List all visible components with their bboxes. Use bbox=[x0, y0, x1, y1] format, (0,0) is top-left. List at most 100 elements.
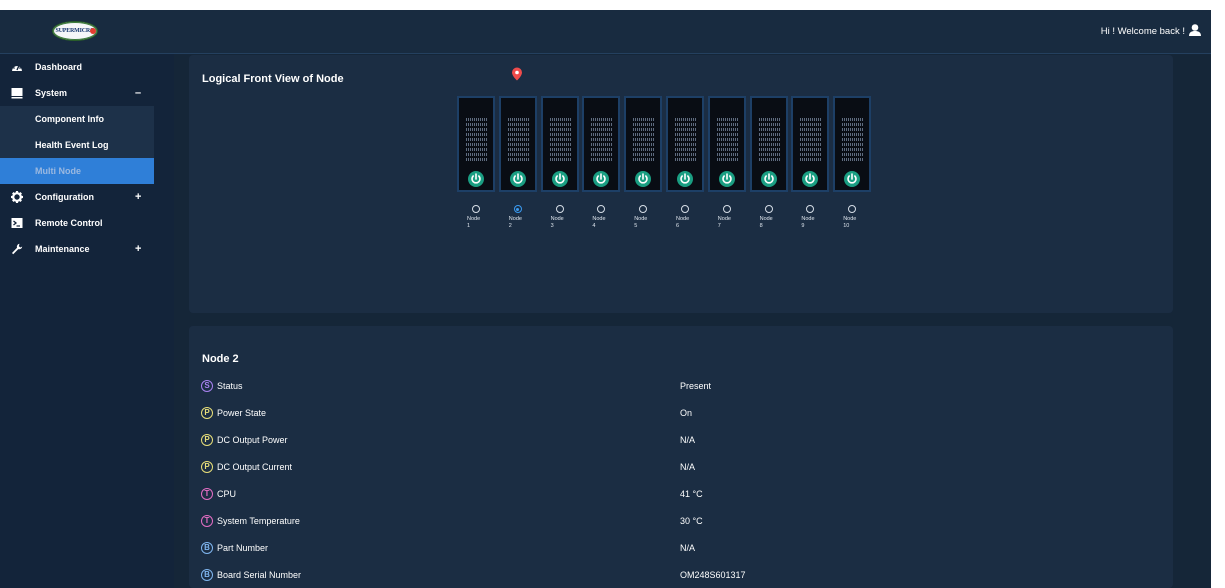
top-bar: SUPERMICRO Hi ! Welcome back ! bbox=[0, 10, 1211, 54]
node-label: Node 4 bbox=[592, 216, 612, 230]
vent-grille bbox=[675, 118, 697, 162]
vent-grille bbox=[549, 118, 572, 162]
power-icon[interactable] bbox=[844, 171, 861, 187]
sidebar-item-remote-control[interactable]: Remote Control bbox=[0, 210, 154, 236]
expand-toggle[interactable]: + bbox=[135, 191, 141, 203]
sidebar: Dashboard System – Component Info Health… bbox=[0, 54, 154, 588]
category-badge-icon: P bbox=[201, 407, 213, 419]
monitor-icon bbox=[11, 88, 23, 99]
node-slot[interactable] bbox=[749, 96, 788, 192]
node-label-text: Node bbox=[634, 216, 648, 222]
node-label: Node 7 bbox=[718, 216, 738, 230]
node-radio[interactable] bbox=[555, 205, 564, 213]
node-radio[interactable] bbox=[722, 205, 731, 213]
node-label: Node 5 bbox=[634, 216, 654, 230]
node-label-number: 8 bbox=[759, 223, 763, 229]
node-label-text: Node bbox=[467, 216, 481, 222]
vent-grille bbox=[633, 118, 656, 162]
sidebar-item-health-event-log[interactable]: Health Event Log bbox=[0, 132, 154, 158]
node-slot[interactable] bbox=[540, 96, 579, 192]
node-label: Node 8 bbox=[760, 216, 780, 230]
sidebar-item-label: Multi Node bbox=[35, 166, 81, 176]
node-label-number: 10 bbox=[843, 223, 850, 229]
detail-value: N/A bbox=[680, 462, 696, 472]
vent-grille bbox=[466, 118, 488, 162]
power-icon[interactable] bbox=[509, 171, 526, 187]
node-radio[interactable] bbox=[681, 205, 689, 213]
node-label-text: Node bbox=[843, 216, 857, 222]
wrench-icon bbox=[12, 243, 23, 255]
sidebar-item-component-info[interactable]: Component Info bbox=[0, 106, 154, 132]
power-icon[interactable] bbox=[468, 171, 484, 187]
node-label-number: 9 bbox=[801, 223, 805, 229]
node-slot[interactable] bbox=[707, 96, 746, 192]
node-details-title: Node 2 bbox=[202, 353, 239, 365]
node-slot[interactable] bbox=[498, 96, 537, 192]
detail-value: Present bbox=[680, 381, 712, 391]
vent-grille bbox=[507, 118, 530, 162]
node-slot[interactable] bbox=[624, 96, 663, 192]
detail-label: System Temperature bbox=[217, 516, 300, 526]
collapse-toggle[interactable]: – bbox=[135, 87, 141, 99]
power-icon[interactable] bbox=[802, 171, 819, 187]
node-label-text: Node bbox=[550, 216, 564, 222]
sidebar-item-maintenance[interactable]: Maintenance + bbox=[0, 236, 154, 262]
vent-grille bbox=[591, 118, 614, 162]
power-icon[interactable] bbox=[718, 171, 735, 187]
node-slot[interactable] bbox=[791, 96, 830, 192]
sidebar-item-dashboard[interactable]: Dashboard bbox=[0, 54, 154, 80]
node-label-text: Node bbox=[592, 216, 606, 222]
vent-grille bbox=[716, 118, 739, 162]
terminal-icon bbox=[11, 218, 23, 228]
node-label-text: Node bbox=[508, 216, 522, 222]
category-badge-icon: S bbox=[201, 380, 213, 392]
power-icon[interactable] bbox=[677, 171, 693, 187]
sidebar-item-system[interactable]: System – bbox=[0, 80, 154, 106]
sidebar-item-multi-node[interactable]: Multi Node bbox=[0, 158, 154, 184]
user-icon[interactable] bbox=[1188, 23, 1202, 37]
power-icon[interactable] bbox=[760, 171, 777, 187]
category-badge-icon: B bbox=[201, 542, 213, 554]
category-badge-icon: T bbox=[201, 515, 213, 527]
node-radio[interactable] bbox=[764, 205, 773, 213]
category-badge-icon: B bbox=[201, 569, 213, 581]
sidebar-gutter bbox=[154, 54, 174, 588]
node-label-text: Node bbox=[759, 216, 773, 222]
node-label-number: 3 bbox=[550, 223, 554, 229]
detail-value: N/A bbox=[680, 543, 696, 553]
detail-value: On bbox=[680, 408, 693, 418]
power-icon[interactable] bbox=[635, 171, 652, 187]
detail-label: Board Serial Number bbox=[217, 570, 302, 580]
node-radio[interactable] bbox=[472, 205, 480, 213]
node-label-text: Node bbox=[801, 216, 815, 222]
node-label: Node 10 bbox=[843, 216, 863, 230]
logo-text: SUPERMICRO bbox=[55, 28, 95, 34]
node-label: Node 6 bbox=[676, 216, 696, 230]
power-icon[interactable] bbox=[551, 171, 568, 187]
expand-toggle[interactable]: + bbox=[135, 243, 141, 255]
node-label-number: 7 bbox=[717, 223, 721, 229]
sidebar-item-label: System bbox=[35, 88, 68, 98]
node-slot[interactable] bbox=[833, 96, 872, 192]
node-label-number: 1 bbox=[467, 223, 471, 229]
detail-value: 30 °C bbox=[680, 516, 703, 526]
detail-label: Power State bbox=[217, 408, 267, 418]
node-slot[interactable] bbox=[457, 96, 495, 192]
supermicro-logo[interactable]: SUPERMICRO bbox=[52, 21, 98, 41]
node-label-text: Node bbox=[717, 216, 731, 222]
category-badge-icon: T bbox=[201, 488, 213, 500]
detail-label: CPU bbox=[217, 489, 237, 499]
power-icon[interactable] bbox=[593, 171, 610, 187]
category-badge-icon: P bbox=[201, 434, 213, 446]
node-label-text: Node bbox=[676, 216, 690, 222]
sidebar-item-configuration[interactable]: Configuration + bbox=[0, 184, 154, 210]
node-label-number: 2 bbox=[508, 223, 512, 229]
node-slot[interactable] bbox=[666, 96, 704, 192]
node-radio[interactable] bbox=[513, 205, 522, 213]
logo-dot bbox=[90, 28, 96, 34]
node-label: Node 1 bbox=[467, 216, 487, 230]
node-slot[interactable] bbox=[582, 96, 621, 192]
detail-value: N/A bbox=[680, 435, 696, 445]
location-pin-icon[interactable] bbox=[511, 67, 523, 81]
vent-grille bbox=[800, 118, 823, 162]
